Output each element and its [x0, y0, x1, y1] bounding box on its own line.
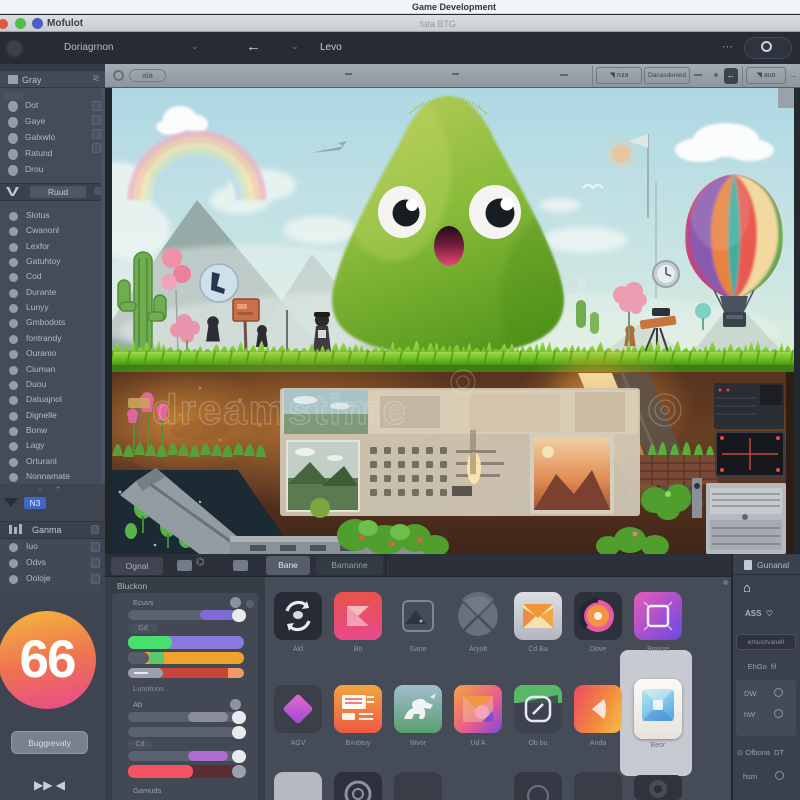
svg-text:dreamstime: dreamstime	[152, 386, 408, 433]
